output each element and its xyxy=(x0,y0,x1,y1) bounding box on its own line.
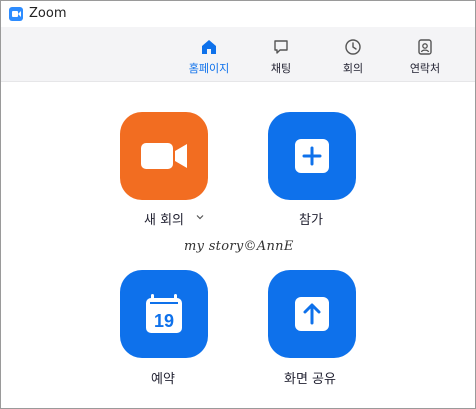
tab-chat[interactable]: 채팅 xyxy=(251,27,311,82)
tab-home[interactable]: 홈페이지 xyxy=(179,27,239,82)
zoom-window: Zoom 홈페이지 채팅 회의 연락처 새 회의 참가 my story©Ann… xyxy=(0,0,476,409)
tab-chat-label: 채팅 xyxy=(270,62,292,75)
chevron-down-icon[interactable] xyxy=(195,212,205,222)
tab-meetings-label: 회의 xyxy=(342,62,364,75)
calendar-day: 19 xyxy=(154,311,174,331)
tab-meetings[interactable]: 회의 xyxy=(323,27,383,82)
calendar-icon: 19 xyxy=(146,294,182,333)
tab-contacts-label: 연락처 xyxy=(409,62,441,75)
new-meeting-label: 새 회의 xyxy=(144,213,185,228)
join-label: 참가 xyxy=(299,213,323,228)
contacts-icon xyxy=(418,39,432,55)
zoom-logo-icon xyxy=(9,7,23,21)
arrow-up-icon xyxy=(295,297,329,331)
schedule-button[interactable]: 19 xyxy=(120,270,208,358)
share-screen-label: 화면 공유 xyxy=(284,372,336,387)
join-button[interactable] xyxy=(268,112,356,200)
tab-home-label: 홈페이지 xyxy=(188,62,230,75)
title-bar: Zoom xyxy=(1,1,475,27)
video-camera-icon xyxy=(141,143,187,169)
plus-icon xyxy=(295,139,329,173)
window-title: Zoom xyxy=(29,6,67,21)
clock-icon xyxy=(345,39,361,55)
schedule-label: 예약 xyxy=(151,372,175,387)
new-meeting-button[interactable] xyxy=(120,112,208,200)
watermark: my story©AnnE xyxy=(184,239,294,254)
share-screen-button[interactable] xyxy=(268,270,356,358)
home-icon xyxy=(202,40,216,54)
top-nav-bar: 홈페이지 채팅 회의 연락처 xyxy=(1,27,475,82)
chat-icon xyxy=(274,40,288,54)
tab-contacts[interactable]: 연락처 xyxy=(395,27,455,82)
